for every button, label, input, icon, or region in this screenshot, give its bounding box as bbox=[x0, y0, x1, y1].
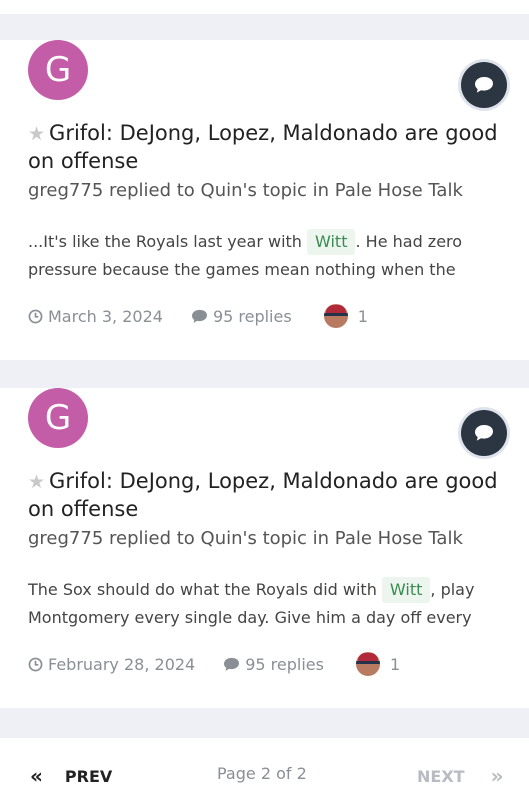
result-title[interactable]: ★ Grifol: DeJong, Lopez, Maldonado are go… bbox=[28, 468, 508, 523]
result-snippet: ...It's like the Royals last year with W… bbox=[28, 228, 498, 284]
star-icon[interactable]: ★ bbox=[28, 471, 45, 493]
result-reactions[interactable]: 1 bbox=[355, 652, 400, 676]
result-date[interactable]: February 28, 2024 bbox=[28, 655, 195, 674]
result-date[interactable]: March 3, 2024 bbox=[28, 307, 163, 326]
clock-icon bbox=[28, 657, 43, 671]
search-result-card: G ★ Grifol: DeJong, Lopez, Maldonado are … bbox=[0, 40, 529, 360]
comment-icon bbox=[224, 657, 240, 671]
reactor-avatar bbox=[323, 304, 348, 328]
search-highlight: Witt bbox=[381, 577, 431, 603]
next-label: NEXT bbox=[417, 766, 465, 786]
pagination: « PREV Page 2 of 2 NEXT » bbox=[0, 738, 529, 800]
comment-icon bbox=[461, 410, 507, 456]
double-chevron-left-icon: « bbox=[30, 764, 43, 788]
result-byline: greg775 replied to Quin's topic in Pale … bbox=[28, 180, 463, 201]
prev-page-button[interactable]: « PREV bbox=[30, 764, 112, 788]
double-chevron-right-icon: » bbox=[490, 764, 504, 788]
result-replies[interactable]: 95 replies bbox=[191, 307, 292, 326]
result-byline: greg775 replied to Quin's topic in Pale … bbox=[28, 528, 463, 549]
author-avatar[interactable]: G bbox=[28, 40, 88, 100]
author-avatar[interactable]: G bbox=[28, 388, 88, 448]
star-icon[interactable]: ★ bbox=[28, 123, 45, 145]
result-snippet: The Sox should do what the Royals did wi… bbox=[28, 576, 498, 632]
reactor-avatar bbox=[355, 652, 380, 676]
page-indicator[interactable]: Page 2 of 2 bbox=[217, 764, 307, 783]
comment-icon bbox=[191, 309, 207, 323]
search-highlight: Witt bbox=[307, 229, 356, 255]
result-replies[interactable]: 95 replies bbox=[223, 655, 324, 674]
comment-icon bbox=[461, 62, 507, 108]
next-page-button[interactable]: NEXT » bbox=[417, 764, 504, 788]
clock-icon bbox=[28, 309, 43, 323]
prev-label: PREV bbox=[64, 766, 113, 786]
result-meta: March 3, 2024 95 replies 1 bbox=[28, 304, 368, 328]
result-reactions[interactable]: 1 bbox=[323, 304, 368, 328]
result-title[interactable]: ★ Grifol: DeJong, Lopez, Maldonado are go… bbox=[28, 120, 508, 175]
search-result-card: G ★ Grifol: DeJong, Lopez, Maldonado are … bbox=[0, 388, 529, 708]
previous-card-bottom bbox=[0, 0, 529, 14]
result-meta: February 28, 2024 95 replies 1 bbox=[28, 652, 400, 676]
